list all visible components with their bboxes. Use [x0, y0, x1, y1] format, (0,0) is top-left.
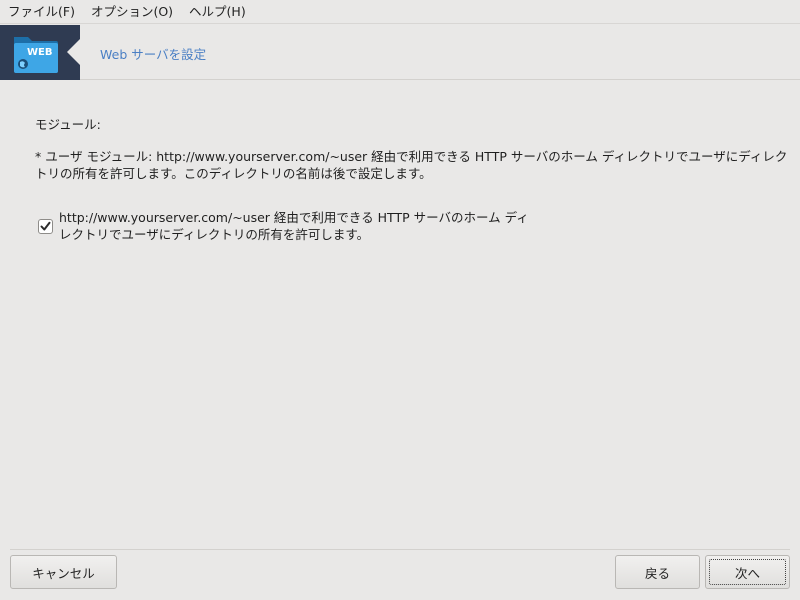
menu-options[interactable]: オプション(O) [83, 0, 181, 24]
wizard-header: WEB Web サーバを設定 [0, 25, 800, 80]
userdir-checkbox[interactable] [38, 219, 53, 234]
next-button[interactable]: 次へ [705, 555, 790, 589]
web-icon-text: WEB [27, 47, 52, 58]
checkmark-icon [40, 221, 51, 231]
page-title: Web サーバを設定 [100, 47, 207, 62]
userdir-checkbox-label[interactable]: http://www.yourserver.com/~user 経由で利用できる… [59, 209, 529, 243]
menu-help[interactable]: ヘルプ(H) [181, 0, 254, 24]
header-banner: WEB [0, 25, 80, 80]
module-description: * ユーザ モジュール: http://www.yourserver.com/~… [35, 149, 788, 181]
main-content: モジュール: * ユーザ モジュール: http://www.yourserve… [0, 81, 800, 548]
web-folder-icon: WEB [14, 37, 58, 73]
back-button[interactable]: 戻る [615, 555, 700, 589]
focus-ring [709, 559, 786, 585]
menu-bar: ファイル(F) オプション(O) ヘルプ(H) [0, 0, 800, 24]
banner-notch [67, 39, 80, 65]
modules-label: モジュール: [35, 117, 101, 132]
footer-divider [10, 549, 790, 550]
userdir-option[interactable]: http://www.yourserver.com/~user 経由で利用できる… [38, 209, 529, 243]
cancel-button[interactable]: キャンセル [10, 555, 117, 589]
menu-file[interactable]: ファイル(F) [0, 0, 83, 24]
